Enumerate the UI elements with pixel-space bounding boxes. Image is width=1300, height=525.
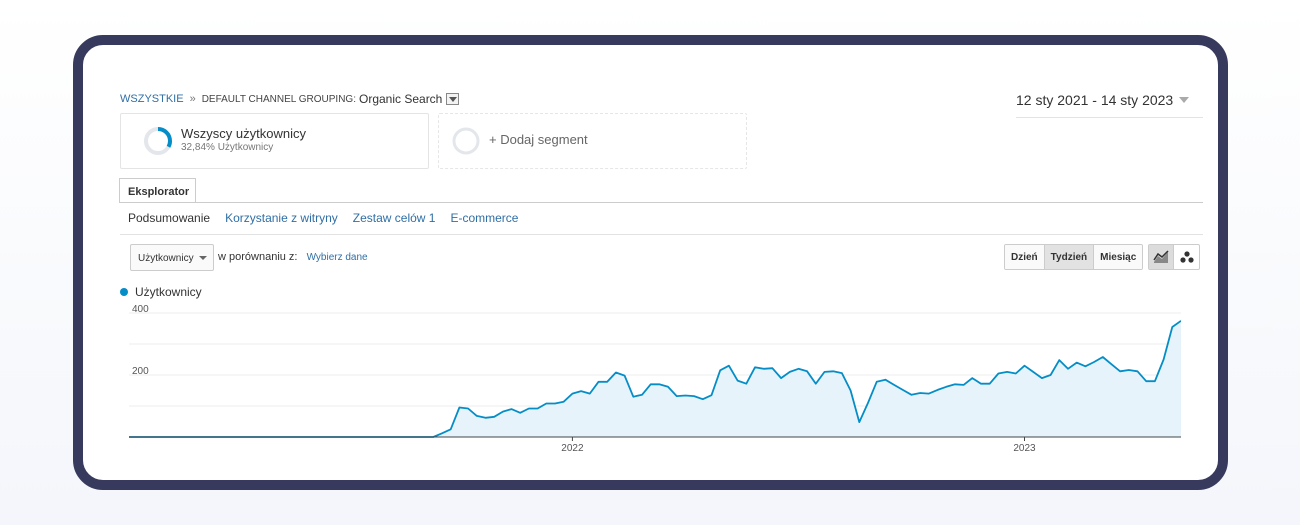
granularity-toggle: Dzień Tydzień Miesiąc (1004, 244, 1144, 270)
compare-row: w porównaniu z: Wybierz dane (218, 251, 368, 263)
add-segment-label: + Dodaj segment (489, 132, 588, 147)
chart-type-toggle (1148, 244, 1200, 270)
chevron-down-icon[interactable] (446, 93, 460, 105)
subtab-ecommerce[interactable]: E-commerce (450, 211, 518, 225)
date-range-label: 12 sty 2021 - 14 sty 2023 (1016, 92, 1174, 108)
x-tick-label: 2022 (561, 443, 584, 453)
users-area-chart: 200 400 2022 2023 (129, 304, 1181, 453)
granularity-day[interactable]: Dzień (1005, 245, 1044, 269)
segment-all-users[interactable]: Wszyscy użytkownicy 32,84% Użytkownicy (120, 113, 429, 169)
legend-label: Użytkownicy (135, 285, 202, 299)
compare-label: w porównaniu z: (218, 251, 298, 263)
tab-explorer[interactable]: Eksplorator (119, 178, 196, 203)
date-range-picker[interactable]: 12 sty 2021 - 14 sty 2023 (1016, 92, 1203, 118)
y-tick-label: 400 (132, 304, 149, 315)
motion-chart-icon (1179, 251, 1194, 263)
line-chart-icon (1153, 250, 1169, 263)
line-chart-button[interactable] (1149, 245, 1174, 269)
breadcrumb-separator: » (189, 93, 196, 105)
add-segment-button[interactable]: + Dodaj segment (438, 113, 747, 169)
granularity-week[interactable]: Tydzień (1043, 245, 1094, 269)
legend-dot (120, 288, 128, 296)
subtabs: Podsumowanie Korzystanie z witryny Zesta… (128, 211, 518, 225)
metric-select[interactable]: Użytkownicy (130, 244, 214, 271)
subtab-site-usage[interactable]: Korzystanie z witryny (225, 211, 338, 225)
breadcrumb-value: Organic Search (358, 92, 443, 106)
chart-legend: Użytkownicy (120, 285, 202, 299)
segment-ring-icon (144, 127, 172, 155)
y-tick-label: 200 (132, 366, 149, 377)
subtab-summary[interactable]: Podsumowanie (128, 211, 210, 225)
app-frame: WSZYSTKIE » DEFAULT CHANNEL GROUPING: Or… (73, 35, 1228, 490)
subtab-goal-set[interactable]: Zestaw celów 1 (353, 211, 436, 225)
select-metric-link[interactable]: Wybierz dane (307, 252, 368, 263)
granularity-month[interactable]: Miesiąc (1093, 245, 1143, 269)
motion-chart-button[interactable] (1174, 245, 1199, 269)
series-area (129, 320, 1181, 437)
breadcrumb-root[interactable]: WSZYSTKIE (120, 93, 184, 105)
segment-detail: 32,84% Użytkownicy (181, 142, 274, 153)
chevron-down-icon (1179, 97, 1190, 103)
tab-divider (120, 202, 1203, 203)
breadcrumb: WSZYSTKIE » DEFAULT CHANNEL GROUPING: Or… (120, 92, 460, 106)
x-tick-label: 2023 (1013, 443, 1036, 453)
empty-segment-ring-icon (452, 127, 480, 155)
segment-name: Wszyscy użytkownicy (181, 126, 306, 141)
subtab-divider (120, 234, 1203, 235)
breadcrumb-dimension: DEFAULT CHANNEL GROUPING: (201, 93, 356, 105)
